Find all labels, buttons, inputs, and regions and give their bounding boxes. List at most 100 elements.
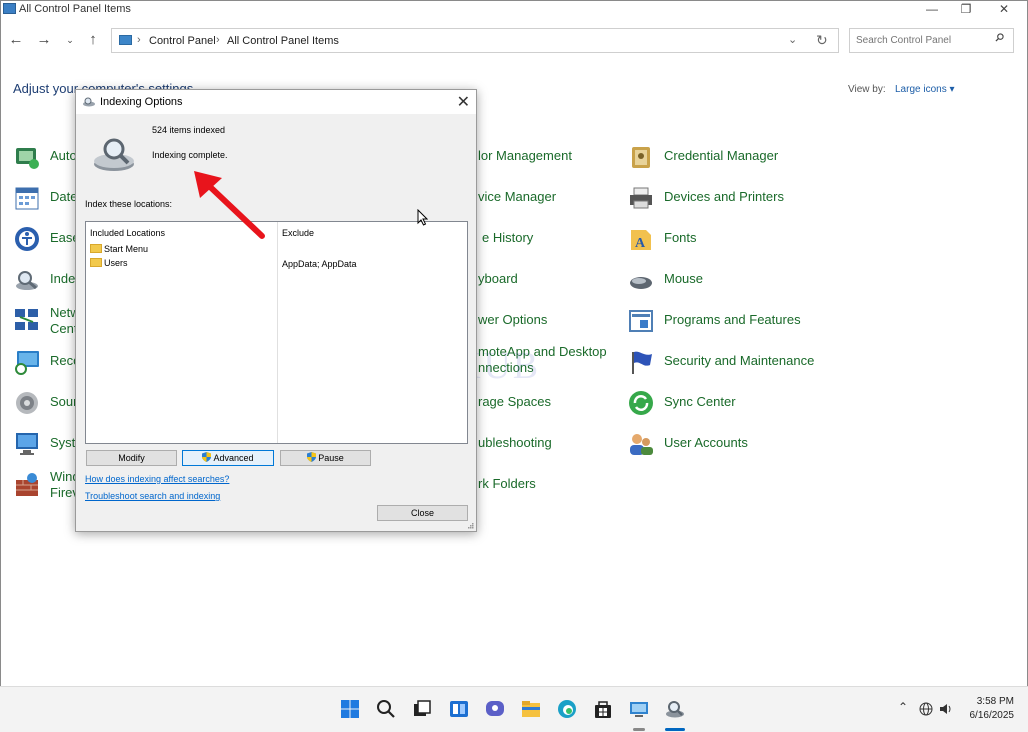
breadcrumb-chevron-icon: › [216, 34, 220, 46]
chat-icon[interactable] [485, 699, 505, 719]
mouse-icon [630, 277, 652, 289]
cp-item-label: Security and Maintenance [664, 353, 815, 368]
cp-item-label: wer Options [478, 312, 548, 327]
cp-item-label: lor Management [478, 148, 572, 163]
edge-browser-icon[interactable] [557, 699, 577, 719]
cp-item-label: Mouse [664, 271, 704, 286]
programs-icon [629, 310, 653, 332]
uac-shield-icon [307, 452, 317, 462]
cp-item-label-line2: Cent [50, 321, 78, 336]
recovery-icon [15, 351, 39, 375]
indexing-status: Indexing complete. [152, 150, 228, 160]
cp-item-label: Fonts [664, 230, 697, 245]
refresh-icon[interactable]: ↻ [816, 32, 828, 49]
users-icon [630, 434, 653, 455]
control-panel-icon [119, 35, 132, 45]
items-indexed-count: 524 items indexed [152, 125, 226, 135]
task-view-icon[interactable] [412, 699, 432, 719]
close-button[interactable]: Close [377, 505, 468, 521]
cp-item-label: rage Spaces [478, 394, 551, 409]
clock-time: 3:58 PM [976, 696, 1014, 707]
calendar-icon [15, 187, 39, 210]
column-header-exclude[interactable]: Exclude [282, 228, 314, 238]
cp-item-label: Inde [50, 271, 76, 286]
clock-date: 6/16/2025 [969, 710, 1015, 721]
control-panel-icon [3, 3, 16, 14]
search-icon[interactable] [376, 699, 396, 719]
dialog-title-bar: Indexing Options ✕ [76, 90, 476, 114]
volume-icon[interactable] [939, 702, 953, 716]
view-by-dropdown[interactable]: Large icons ▾ [895, 84, 955, 95]
back-arrow-icon[interactable]: ← [6, 31, 26, 48]
folder-icon [90, 244, 102, 253]
cp-item-label: e History [482, 230, 534, 245]
breadcrumb-chevron-icon: › [137, 34, 141, 46]
taskbar: ⌃ 3:58 PM 6/16/2025 [0, 686, 1028, 732]
indexing-affect-searches-link[interactable]: How does indexing affect searches? [85, 474, 229, 484]
restore-button[interactable]: ❐ [948, 0, 984, 20]
indexing-options-icon[interactable] [665, 699, 685, 719]
cp-item-label: vice Manager [478, 189, 557, 204]
svg-text:A: A [635, 236, 646, 251]
cp-item-label: Sour [50, 394, 78, 409]
close-window-button[interactable]: ✕ [986, 0, 1022, 20]
title-bar: All Control Panel Items — ❐ ✕ [0, 0, 1028, 20]
speaker-icon [16, 392, 38, 414]
address-bar[interactable]: › Control Panel › All Control Panel Item… [111, 28, 839, 53]
cp-item-label: Syst [50, 435, 76, 450]
dropdown-triangle-icon: ▾ [949, 84, 955, 95]
locations-list[interactable]: Included Locations Exclude Start Menu Us… [85, 221, 468, 444]
active-indicator [665, 728, 685, 731]
advanced-label: Advanced [213, 453, 254, 463]
ease-of-access-icon [15, 227, 39, 251]
firewall-icon [16, 473, 38, 496]
view-by-value: Large icons [895, 84, 947, 95]
breadcrumb-all-items[interactable]: All Control Panel Items [227, 35, 339, 47]
exclude-value: AppData; AppData [282, 259, 357, 269]
widgets-icon[interactable] [449, 699, 469, 719]
troubleshoot-search-link[interactable]: Troubleshoot search and indexing [85, 491, 220, 501]
file-explorer-icon[interactable] [521, 699, 541, 719]
dialog-close-icon[interactable]: ✕ [457, 92, 470, 112]
view-by-label: View by: [848, 84, 886, 95]
up-arrow-icon[interactable]: ↑ [83, 31, 103, 48]
control-panel-icon[interactable] [629, 699, 649, 719]
cp-item-label: Auto [50, 148, 77, 163]
cp-item-label: Devices and Printers [664, 189, 784, 204]
cp-item-label: Programs and Features [664, 312, 801, 327]
advanced-button[interactable]: Advanced [182, 450, 274, 466]
list-item[interactable]: Start Menu [90, 244, 148, 254]
breadcrumb-control-panel[interactable]: Control Panel [149, 35, 216, 47]
minimize-button[interactable]: — [914, 0, 950, 20]
list-item[interactable]: Users [90, 258, 128, 268]
network-icon [15, 309, 38, 330]
start-windows-icon[interactable] [340, 699, 360, 719]
running-indicator [633, 728, 645, 731]
resize-grip-icon[interactable] [468, 523, 474, 529]
search-input[interactable] [856, 33, 986, 48]
folder-icon [90, 258, 102, 267]
modify-button[interactable]: Modify [86, 450, 177, 466]
fonts-icon: A [631, 230, 651, 251]
search-box[interactable] [849, 28, 1014, 53]
clock[interactable]: 3:58 PM 6/16/2025 [964, 695, 1015, 723]
address-dropdown-icon[interactable]: ⌄ [788, 33, 797, 46]
forward-arrow-icon[interactable]: → [34, 31, 54, 48]
cp-item-label: Credential Manager [664, 148, 779, 163]
pause-button[interactable]: Pause [280, 450, 371, 466]
sync-icon [629, 391, 653, 415]
indexing-options-dialog: Indexing Options ✕ 524 items indexed Ind… [75, 89, 477, 532]
indexing-options-icon [83, 97, 95, 107]
search-icon [995, 33, 1004, 42]
index-locations-label: Index these locations: [85, 199, 173, 209]
column-divider [277, 222, 278, 443]
network-globe-icon[interactable] [919, 702, 933, 716]
cp-item-label: Sync Center [664, 394, 736, 409]
red-arrow-annotation [194, 171, 265, 239]
store-icon[interactable] [593, 699, 613, 719]
recent-chevron-icon[interactable]: ⌄ [60, 35, 80, 46]
column-header-included[interactable]: Included Locations [90, 228, 165, 238]
printer-icon [630, 187, 652, 209]
show-hidden-icons-chevron-icon[interactable]: ⌃ [898, 700, 908, 714]
indexing-options-icon [16, 271, 38, 290]
